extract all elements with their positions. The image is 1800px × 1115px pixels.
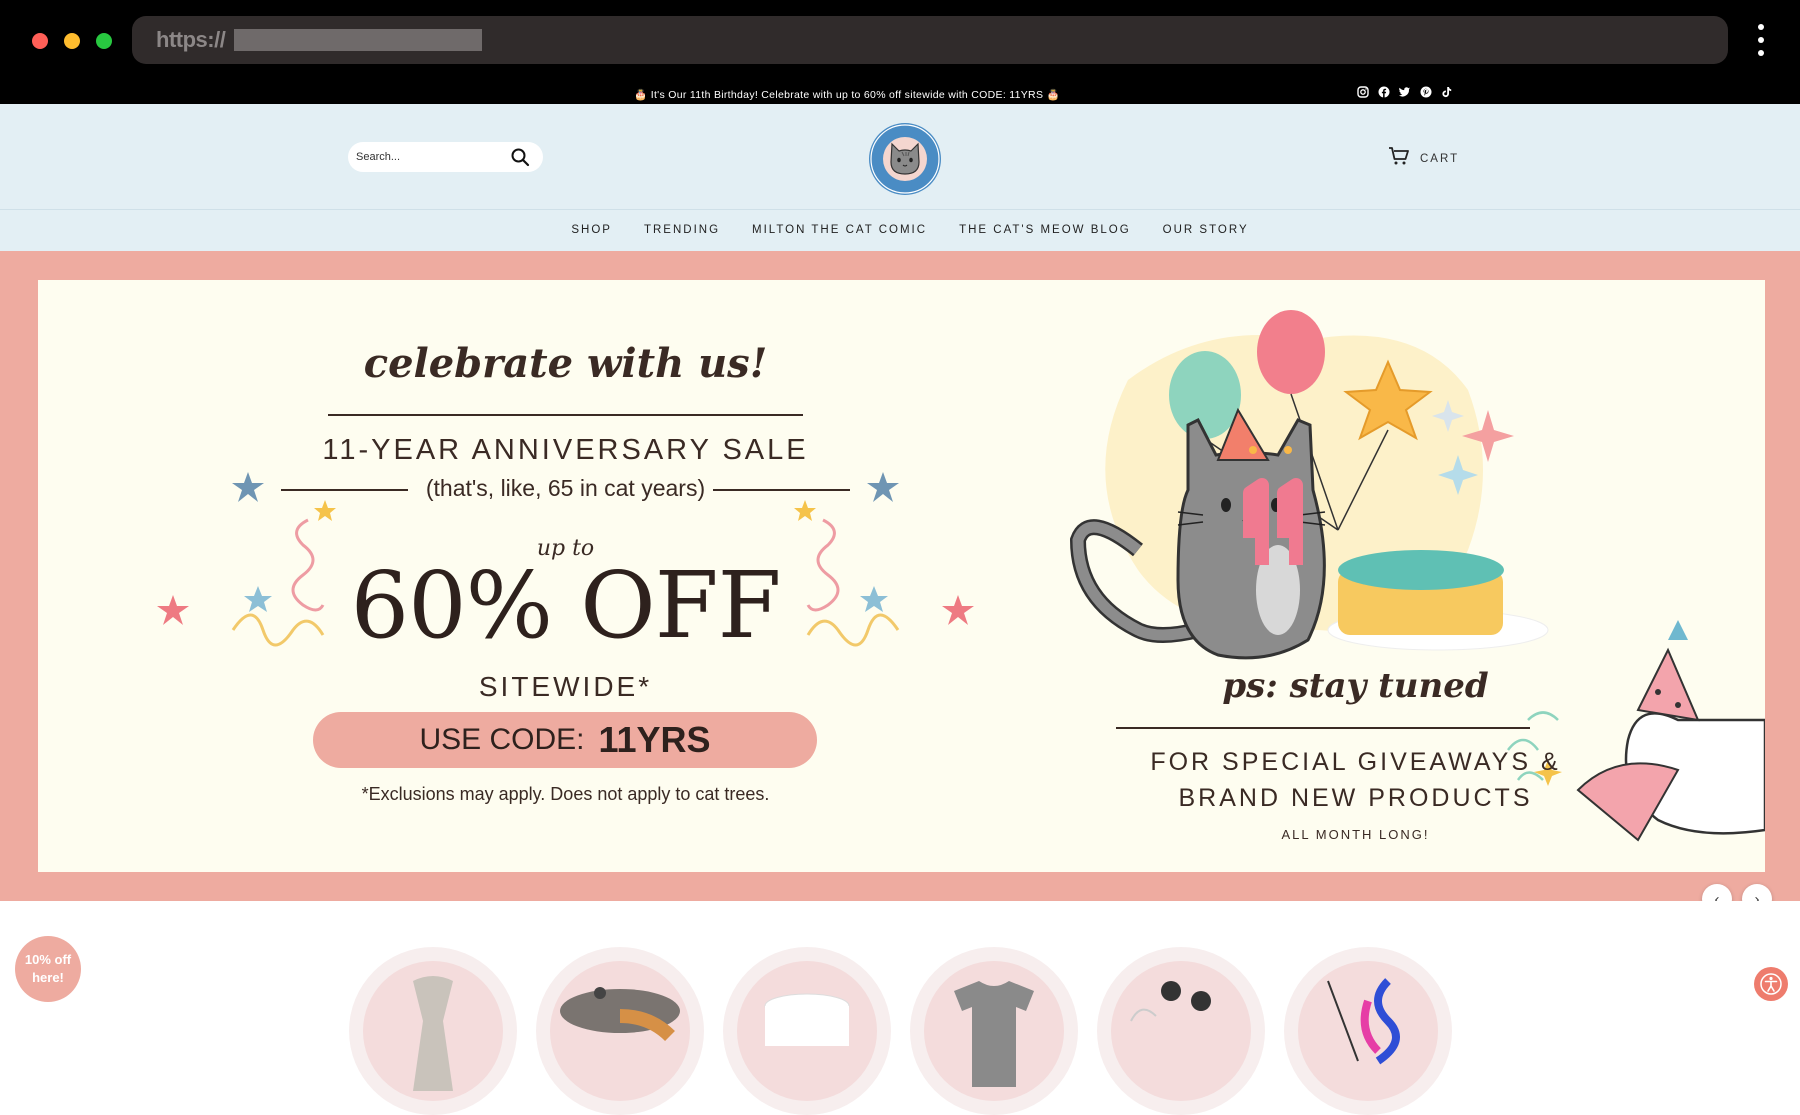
banner-cat-years: (that's, like, 65 in cat years)	[425, 475, 706, 501]
banner-discount: 60% OFF	[350, 552, 782, 659]
cart-link[interactable]: CART	[1388, 146, 1459, 171]
hero-slideshow: celebrate with us! 11-YEAR ANNIVERSARY S…	[0, 251, 1800, 901]
nav-item-blog[interactable]: THE CAT'S MEOW BLOG	[959, 224, 1131, 236]
category-circle[interactable]	[723, 947, 891, 1115]
twitter-icon[interactable]	[1398, 85, 1411, 98]
address-bar[interactable]: https://	[132, 16, 1728, 64]
social-links	[1356, 85, 1453, 98]
nav-item-shop[interactable]: SHOP	[571, 224, 612, 236]
promo-code-pill: USE CODE: 11YRS	[313, 712, 817, 768]
category-circle[interactable]	[349, 947, 517, 1115]
discount-popup-button[interactable]: 10% off here!	[15, 936, 81, 1002]
facebook-icon[interactable]	[1377, 85, 1390, 98]
category-circle[interactable]	[536, 947, 704, 1115]
pinterest-icon[interactable]	[1419, 85, 1432, 98]
cart-label: CART	[1420, 152, 1460, 165]
url-redacted	[234, 29, 482, 51]
accessibility-icon[interactable]	[1754, 967, 1788, 1001]
banner-sitewide: SITEWIDE*	[478, 671, 653, 702]
nav-item-milton-comic[interactable]: MILTON THE CAT COMIC	[752, 224, 927, 236]
announcement-message: It's Our 11th Birthday! Celebrate with u…	[650, 89, 1044, 101]
banner-giveaways: FOR SPECIAL GIVEAWAYS & BRAND NEW PRODUC…	[1150, 748, 1561, 812]
category-carousel	[0, 901, 1800, 1115]
maximize-window-button[interactable]	[96, 33, 112, 49]
minimize-window-button[interactable]	[64, 33, 80, 49]
instagram-icon[interactable]	[1356, 85, 1369, 98]
browser-chrome: https://	[0, 0, 1800, 76]
nav-item-our-story[interactable]: OUR STORY	[1163, 224, 1249, 236]
site-logo[interactable]	[868, 122, 942, 196]
cake-emoji: 🎂	[1046, 89, 1060, 101]
banner-stay-tuned: ps: stay tuned	[1222, 666, 1489, 706]
announcement-bar: 🎂 It's Our 11th Birthday! Celebrate with…	[0, 76, 1800, 104]
banner-all-month: ALL MONTH LONG!	[1281, 827, 1430, 842]
anniversary-banner[interactable]: celebrate with us! 11-YEAR ANNIVERSARY S…	[38, 280, 1765, 872]
site-header: CART	[0, 104, 1800, 210]
close-window-button[interactable]	[32, 33, 48, 49]
cart-icon	[1388, 146, 1410, 171]
search-input[interactable]	[356, 148, 506, 166]
banner-exclusions: *Exclusions may apply. Does not apply to…	[361, 784, 770, 804]
cake-emoji: 🎂	[634, 89, 648, 101]
category-circle[interactable]	[910, 947, 1078, 1115]
promo-code: 11YRS	[598, 719, 711, 760]
url-scheme: https://	[156, 27, 226, 52]
category-circle[interactable]	[1097, 947, 1265, 1115]
banner-anniversary-title: 11-YEAR ANNIVERSARY SALE	[322, 434, 809, 466]
main-nav: SHOP TRENDING MILTON THE CAT COMIC THE C…	[0, 210, 1800, 251]
category-circle[interactable]	[1284, 947, 1452, 1115]
search-icon[interactable]	[510, 147, 530, 172]
banner-celebrate-heading: celebrate with us!	[363, 340, 768, 387]
nav-item-trending[interactable]: TRENDING	[644, 224, 720, 236]
tiktok-icon[interactable]	[1440, 85, 1453, 98]
browser-menu-icon[interactable]	[1754, 24, 1768, 62]
promo-code-label: USE CODE:	[419, 723, 585, 756]
search-box	[348, 142, 543, 172]
